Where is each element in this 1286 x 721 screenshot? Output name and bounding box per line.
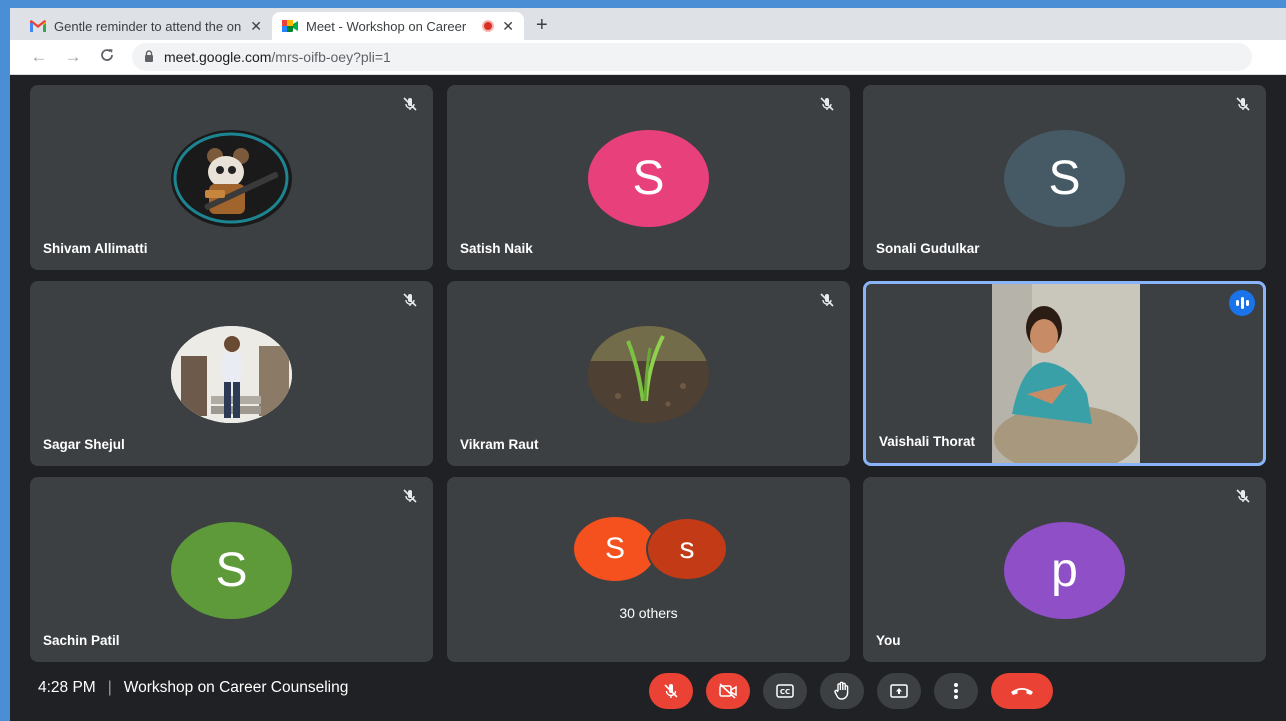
mic-off-icon bbox=[820, 293, 834, 307]
reload-button[interactable] bbox=[90, 47, 124, 68]
meet-icon bbox=[282, 20, 298, 32]
avatar bbox=[588, 326, 709, 423]
mic-off-icon bbox=[1236, 97, 1250, 111]
close-icon[interactable]: ✕ bbox=[502, 18, 514, 35]
more-options-button[interactable] bbox=[934, 673, 978, 709]
plant-sprout-image bbox=[588, 326, 709, 423]
mic-off-button[interactable] bbox=[649, 673, 693, 709]
browser-window: Gentle reminder to attend the on ✕ Meet … bbox=[10, 8, 1286, 721]
end-call-icon bbox=[1011, 688, 1033, 695]
avatar: S bbox=[588, 130, 709, 227]
mic-off-icon bbox=[403, 293, 417, 307]
avatar bbox=[171, 326, 292, 423]
camera-off-button[interactable] bbox=[706, 673, 750, 709]
participant-tile-active-speaker[interactable]: Vaishali Thorat bbox=[863, 281, 1266, 466]
captions-icon: CC bbox=[776, 684, 794, 698]
forward-button[interactable]: → bbox=[56, 47, 90, 67]
speaking-indicator-icon bbox=[1229, 290, 1255, 316]
address-bar[interactable]: meet.google.com/mrs-oifb-oey?pli=1 bbox=[132, 43, 1252, 71]
camera-off-icon bbox=[719, 683, 737, 699]
mic-off-icon bbox=[403, 97, 417, 111]
others-avatar: s bbox=[646, 517, 728, 581]
browser-toolbar: ← → meet.google.com/mrs-oifb-oey?pli=1 bbox=[10, 40, 1286, 75]
separator: | bbox=[107, 679, 112, 696]
tab-title: Gentle reminder to attend the on bbox=[54, 18, 242, 34]
captions-button[interactable]: CC bbox=[763, 673, 807, 709]
participant-tile-self[interactable]: p You bbox=[863, 477, 1266, 662]
close-icon[interactable]: ✕ bbox=[250, 18, 262, 35]
url-path: /mrs-oifb-oey?pli=1 bbox=[271, 49, 391, 65]
participant-name: Satish Naik bbox=[460, 241, 533, 256]
meeting-details: 4:28 PM | Workshop on Career Counseling bbox=[38, 679, 348, 697]
participant-video bbox=[992, 284, 1140, 463]
others-avatar: S bbox=[574, 517, 656, 581]
lock-icon bbox=[144, 49, 154, 65]
participant-name: Sachin Patil bbox=[43, 633, 120, 648]
tab-meet[interactable]: Meet - Workshop on Career ✕ bbox=[272, 12, 524, 40]
participant-name: Sagar Shejul bbox=[43, 437, 125, 452]
participant-name: Shivam Allimatti bbox=[43, 241, 148, 256]
avatar bbox=[171, 130, 292, 227]
participant-name: Vaishali Thorat bbox=[879, 434, 976, 449]
tab-title: Meet - Workshop on Career bbox=[306, 18, 467, 34]
others-tile[interactable]: S s 30 others bbox=[447, 477, 850, 662]
gmail-icon bbox=[30, 20, 46, 32]
video-frame bbox=[992, 284, 1140, 463]
meeting-controls-bar: 4:28 PM | Workshop on Career Counseling … bbox=[10, 661, 1286, 721]
participant-tile[interactable]: S Sonali Gudulkar bbox=[863, 85, 1266, 270]
url-host: meet.google.com bbox=[164, 49, 272, 65]
profile-photo-image bbox=[171, 326, 292, 423]
participant-name: You bbox=[876, 633, 901, 648]
participant-name: Vikram Raut bbox=[460, 437, 539, 452]
tab-strip: Gentle reminder to attend the on ✕ Meet … bbox=[10, 8, 1286, 40]
participant-tile[interactable]: Sagar Shejul bbox=[30, 281, 433, 466]
participant-tile[interactable]: S Satish Naik bbox=[447, 85, 850, 270]
mic-off-icon bbox=[664, 684, 678, 698]
svg-text:CC: CC bbox=[780, 688, 790, 696]
meeting-title: Workshop on Career Counseling bbox=[123, 679, 349, 696]
more-vert-icon bbox=[954, 683, 958, 699]
avatar: p bbox=[1004, 522, 1125, 619]
new-tab-button[interactable]: + bbox=[536, 12, 548, 40]
mic-off-icon bbox=[1236, 489, 1250, 503]
mic-off-icon bbox=[820, 97, 834, 111]
current-time: 4:28 PM bbox=[38, 679, 96, 696]
raise-hand-button[interactable] bbox=[820, 673, 864, 709]
participant-tile[interactable]: Shivam Allimatti bbox=[30, 85, 433, 270]
avatar: S bbox=[1004, 130, 1125, 227]
recording-icon bbox=[482, 20, 495, 32]
leave-call-button[interactable] bbox=[991, 673, 1053, 709]
avatar: S bbox=[171, 522, 292, 619]
participant-name: Sonali Gudulkar bbox=[876, 241, 980, 256]
back-button[interactable]: ← bbox=[22, 47, 56, 67]
mic-off-icon bbox=[403, 489, 417, 503]
participant-tile[interactable]: S Sachin Patil bbox=[30, 477, 433, 662]
reload-icon bbox=[101, 48, 113, 61]
present-button[interactable] bbox=[877, 673, 921, 709]
gamer-avatar-image bbox=[173, 132, 289, 224]
tab-gmail[interactable]: Gentle reminder to attend the on ✕ bbox=[20, 12, 272, 40]
hand-icon bbox=[834, 681, 849, 700]
present-icon bbox=[890, 684, 908, 698]
participant-tile[interactable]: Vikram Raut bbox=[447, 281, 850, 466]
others-count-label: 30 others bbox=[619, 605, 678, 621]
